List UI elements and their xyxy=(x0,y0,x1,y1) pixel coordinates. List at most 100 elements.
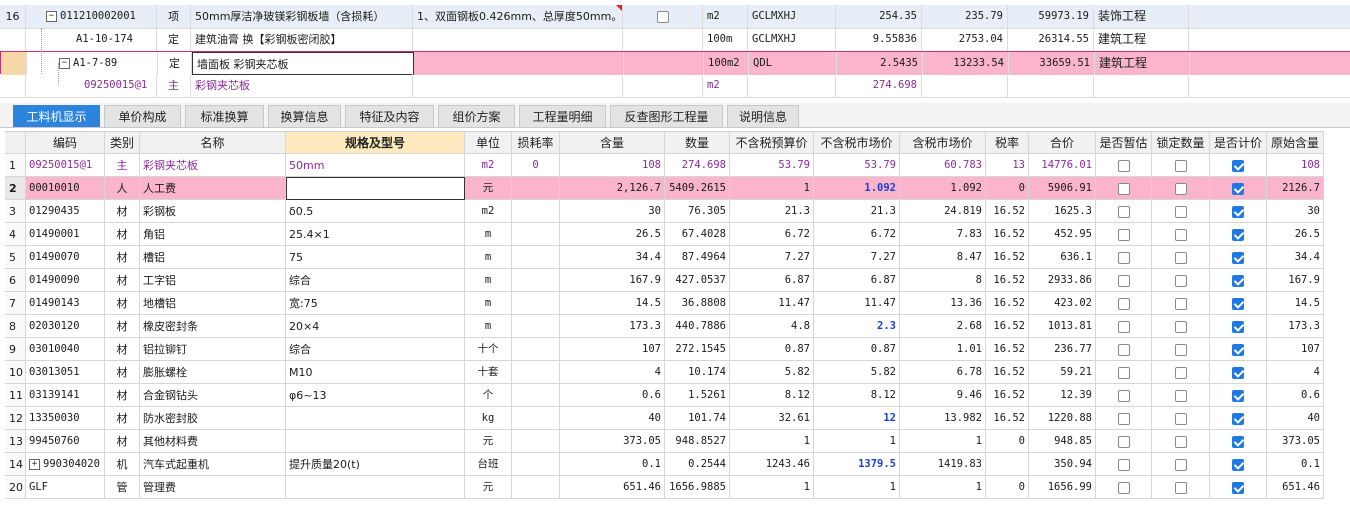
resource-tax-market-price[interactable]: 13.982 xyxy=(900,407,986,430)
table-row[interactable]: 8 02030120 材橡皮密封条 20×4 m 173.3 440.7886 4.8 2.3 2… xyxy=(5,315,1324,338)
resource-spec[interactable]: 综合 xyxy=(286,338,465,361)
resource-tax-rate[interactable]: 16.52 xyxy=(986,384,1029,407)
provisional-checkbox-cell[interactable] xyxy=(1096,223,1152,246)
resource-tax-rate[interactable]: 16.52 xyxy=(986,292,1029,315)
tab-graphic-quantity-lookup[interactable]: 反查图形工程量 xyxy=(610,105,723,127)
resource-tax-market-price[interactable]: 1419.83 xyxy=(900,453,986,476)
lock-quantity-checkbox-cell[interactable] xyxy=(1152,453,1210,476)
table-row[interactable]: 3 01290435 材彩钢板 δ0.5 m2 30 76.305 21.3 21.3 24.81… xyxy=(5,200,1324,223)
tree-row-item[interactable]: 16 −011210002001 项 50mm厚洁净玻镁彩钢板墙（含损耗） 1、… xyxy=(0,5,1350,29)
is-priced-checkbox-cell[interactable] xyxy=(1210,223,1267,246)
resource-name[interactable]: 管理费 xyxy=(140,476,286,499)
resource-code[interactable]: 02030120 xyxy=(26,315,105,338)
resource-tax-market-price[interactable]: 9.46 xyxy=(900,384,986,407)
lock-quantity-checkbox[interactable] xyxy=(1174,206,1187,218)
resource-loss-rate[interactable] xyxy=(512,315,560,338)
table-row[interactable]: 14 +990304020 机汽车式起重机 提升质量20(t) 台班 0.1 0.2544 1… xyxy=(5,453,1324,476)
col-total[interactable]: 合价 xyxy=(1029,131,1096,154)
lock-quantity-checkbox[interactable] xyxy=(1174,436,1187,448)
lock-quantity-checkbox-cell[interactable] xyxy=(1152,246,1210,269)
resource-code[interactable]: 01490070 xyxy=(26,246,105,269)
resource-name[interactable]: 彩钢板 xyxy=(140,200,286,223)
resource-market-price[interactable]: 1 xyxy=(814,476,900,499)
resource-spec[interactable] xyxy=(286,430,465,453)
lock-quantity-checkbox-cell[interactable] xyxy=(1152,223,1210,246)
tab-standard-conversion[interactable]: 标准换算 xyxy=(185,105,264,127)
resource-name[interactable]: 汽车式起重机 xyxy=(140,453,286,476)
provisional-checkbox[interactable] xyxy=(1117,344,1130,356)
lock-quantity-checkbox[interactable] xyxy=(1174,459,1187,471)
provisional-checkbox-cell[interactable] xyxy=(1096,200,1152,223)
is-priced-checkbox[interactable] xyxy=(1232,321,1244,333)
provisional-checkbox[interactable] xyxy=(1117,390,1130,402)
col-name[interactable]: 名称 xyxy=(140,131,286,154)
lock-quantity-checkbox[interactable] xyxy=(1174,482,1187,494)
collapse-icon[interactable]: − xyxy=(46,10,57,22)
resource-name[interactable]: 膨胀螺栓 xyxy=(140,361,286,384)
resource-market-price[interactable]: 8.12 xyxy=(814,384,900,407)
table-row[interactable]: 9 03010040 材铝拉铆钉 综合 十个 107 272.1545 0.87 0.87 1.0… xyxy=(5,338,1324,361)
resource-name[interactable]: 铝拉铆钉 xyxy=(140,338,286,361)
resource-content[interactable]: 34.4 xyxy=(560,246,665,269)
is-priced-checkbox[interactable] xyxy=(1232,183,1244,195)
lock-quantity-checkbox-cell[interactable] xyxy=(1152,430,1210,453)
resource-code[interactable]: 01490001 xyxy=(26,223,105,246)
quota-name[interactable]: 建筑油膏 换【彩钢板密闭胶】 xyxy=(191,28,413,51)
resource-code[interactable]: 01490143 xyxy=(26,292,105,315)
resource-spec[interactable]: 20×4 xyxy=(286,315,465,338)
resource-quantity[interactable]: 274.698 xyxy=(665,154,730,177)
resource-quantity[interactable]: 1.5261 xyxy=(665,384,730,407)
item-checkbox-cell[interactable] xyxy=(623,5,703,28)
provisional-checkbox-cell[interactable] xyxy=(1096,430,1152,453)
provisional-checkbox-cell[interactable] xyxy=(1096,453,1152,476)
resource-quantity[interactable]: 272.1545 xyxy=(665,338,730,361)
lock-quantity-checkbox-cell[interactable] xyxy=(1152,177,1210,200)
table-row[interactable]: 5 01490070 材槽铝 75 m 34.4 87.4964 7.27 7.27 8.47 16… xyxy=(5,246,1324,269)
is-priced-checkbox-cell[interactable] xyxy=(1210,476,1267,499)
resource-tax-rate[interactable]: 13 xyxy=(986,154,1029,177)
tab-description[interactable]: 说明信息 xyxy=(727,105,799,127)
table-row[interactable]: 7 01490143 材地槽铝 宽:75 m 14.5 36.8808 11.47 11.47 1… xyxy=(5,292,1324,315)
lock-quantity-checkbox[interactable] xyxy=(1174,183,1187,195)
is-priced-checkbox-cell[interactable] xyxy=(1210,430,1267,453)
is-priced-checkbox-cell[interactable] xyxy=(1210,315,1267,338)
resource-code[interactable]: 00010010 xyxy=(26,177,105,200)
col-lock-quantity[interactable]: 锁定数量 xyxy=(1152,131,1210,154)
resource-content[interactable]: 14.5 xyxy=(560,292,665,315)
resource-loss-rate[interactable] xyxy=(512,384,560,407)
is-priced-checkbox-cell[interactable] xyxy=(1210,361,1267,384)
lock-quantity-checkbox-cell[interactable] xyxy=(1152,292,1210,315)
is-priced-checkbox[interactable] xyxy=(1232,367,1244,379)
lock-quantity-checkbox-cell[interactable] xyxy=(1152,407,1210,430)
resource-market-price[interactable]: 1379.5 xyxy=(814,453,900,476)
col-type[interactable]: 类别 xyxy=(105,131,140,154)
resource-loss-rate[interactable] xyxy=(512,476,560,499)
table-row[interactable]: 4 01490001 材角铝 25.4×1 m 26.5 67.4028 6.72 6.72 7.… xyxy=(5,223,1324,246)
col-unit[interactable]: 单位 xyxy=(465,131,512,154)
lock-quantity-checkbox[interactable] xyxy=(1174,229,1187,241)
provisional-checkbox-cell[interactable] xyxy=(1096,269,1152,292)
provisional-checkbox-cell[interactable] xyxy=(1096,315,1152,338)
quota-code[interactable]: A1-10-174 xyxy=(26,28,157,51)
table-row[interactable]: 6 01490090 材工字铝 综合 m 167.9 427.0537 6.87 6.87 8 16… xyxy=(5,269,1324,292)
resource-spec[interactable]: M10 xyxy=(286,361,465,384)
resource-quantity[interactable]: 1656.9885 xyxy=(665,476,730,499)
item-code-cell[interactable]: −011210002001 xyxy=(26,5,157,28)
table-row[interactable]: 13 99450760 材其他材料费元 373.05 948.8527 1 1 1 0 948.8… xyxy=(5,430,1324,453)
is-priced-checkbox-cell[interactable] xyxy=(1210,384,1267,407)
is-priced-checkbox-cell[interactable] xyxy=(1210,407,1267,430)
provisional-checkbox-cell[interactable] xyxy=(1096,338,1152,361)
resource-market-price[interactable]: 0.87 xyxy=(814,338,900,361)
provisional-checkbox[interactable] xyxy=(1117,321,1130,333)
resource-loss-rate[interactable]: 0 xyxy=(512,154,560,177)
resource-spec[interactable]: 50mm xyxy=(286,154,465,177)
resource-name[interactable]: 人工费 xyxy=(140,177,286,200)
resource-quantity[interactable]: 67.4028 xyxy=(665,223,730,246)
resource-market-price[interactable]: 6.72 xyxy=(814,223,900,246)
item-feature[interactable]: 1、双面钢板0.426mm、总厚度50mm。⋯ xyxy=(413,5,623,28)
col-tax-rate[interactable]: 税率 xyxy=(986,131,1029,154)
resource-market-price[interactable]: 1 xyxy=(814,430,900,453)
resource-loss-rate[interactable] xyxy=(512,361,560,384)
resource-spec[interactable]: δ0.5 xyxy=(286,200,465,223)
lock-quantity-checkbox-cell[interactable] xyxy=(1152,476,1210,499)
